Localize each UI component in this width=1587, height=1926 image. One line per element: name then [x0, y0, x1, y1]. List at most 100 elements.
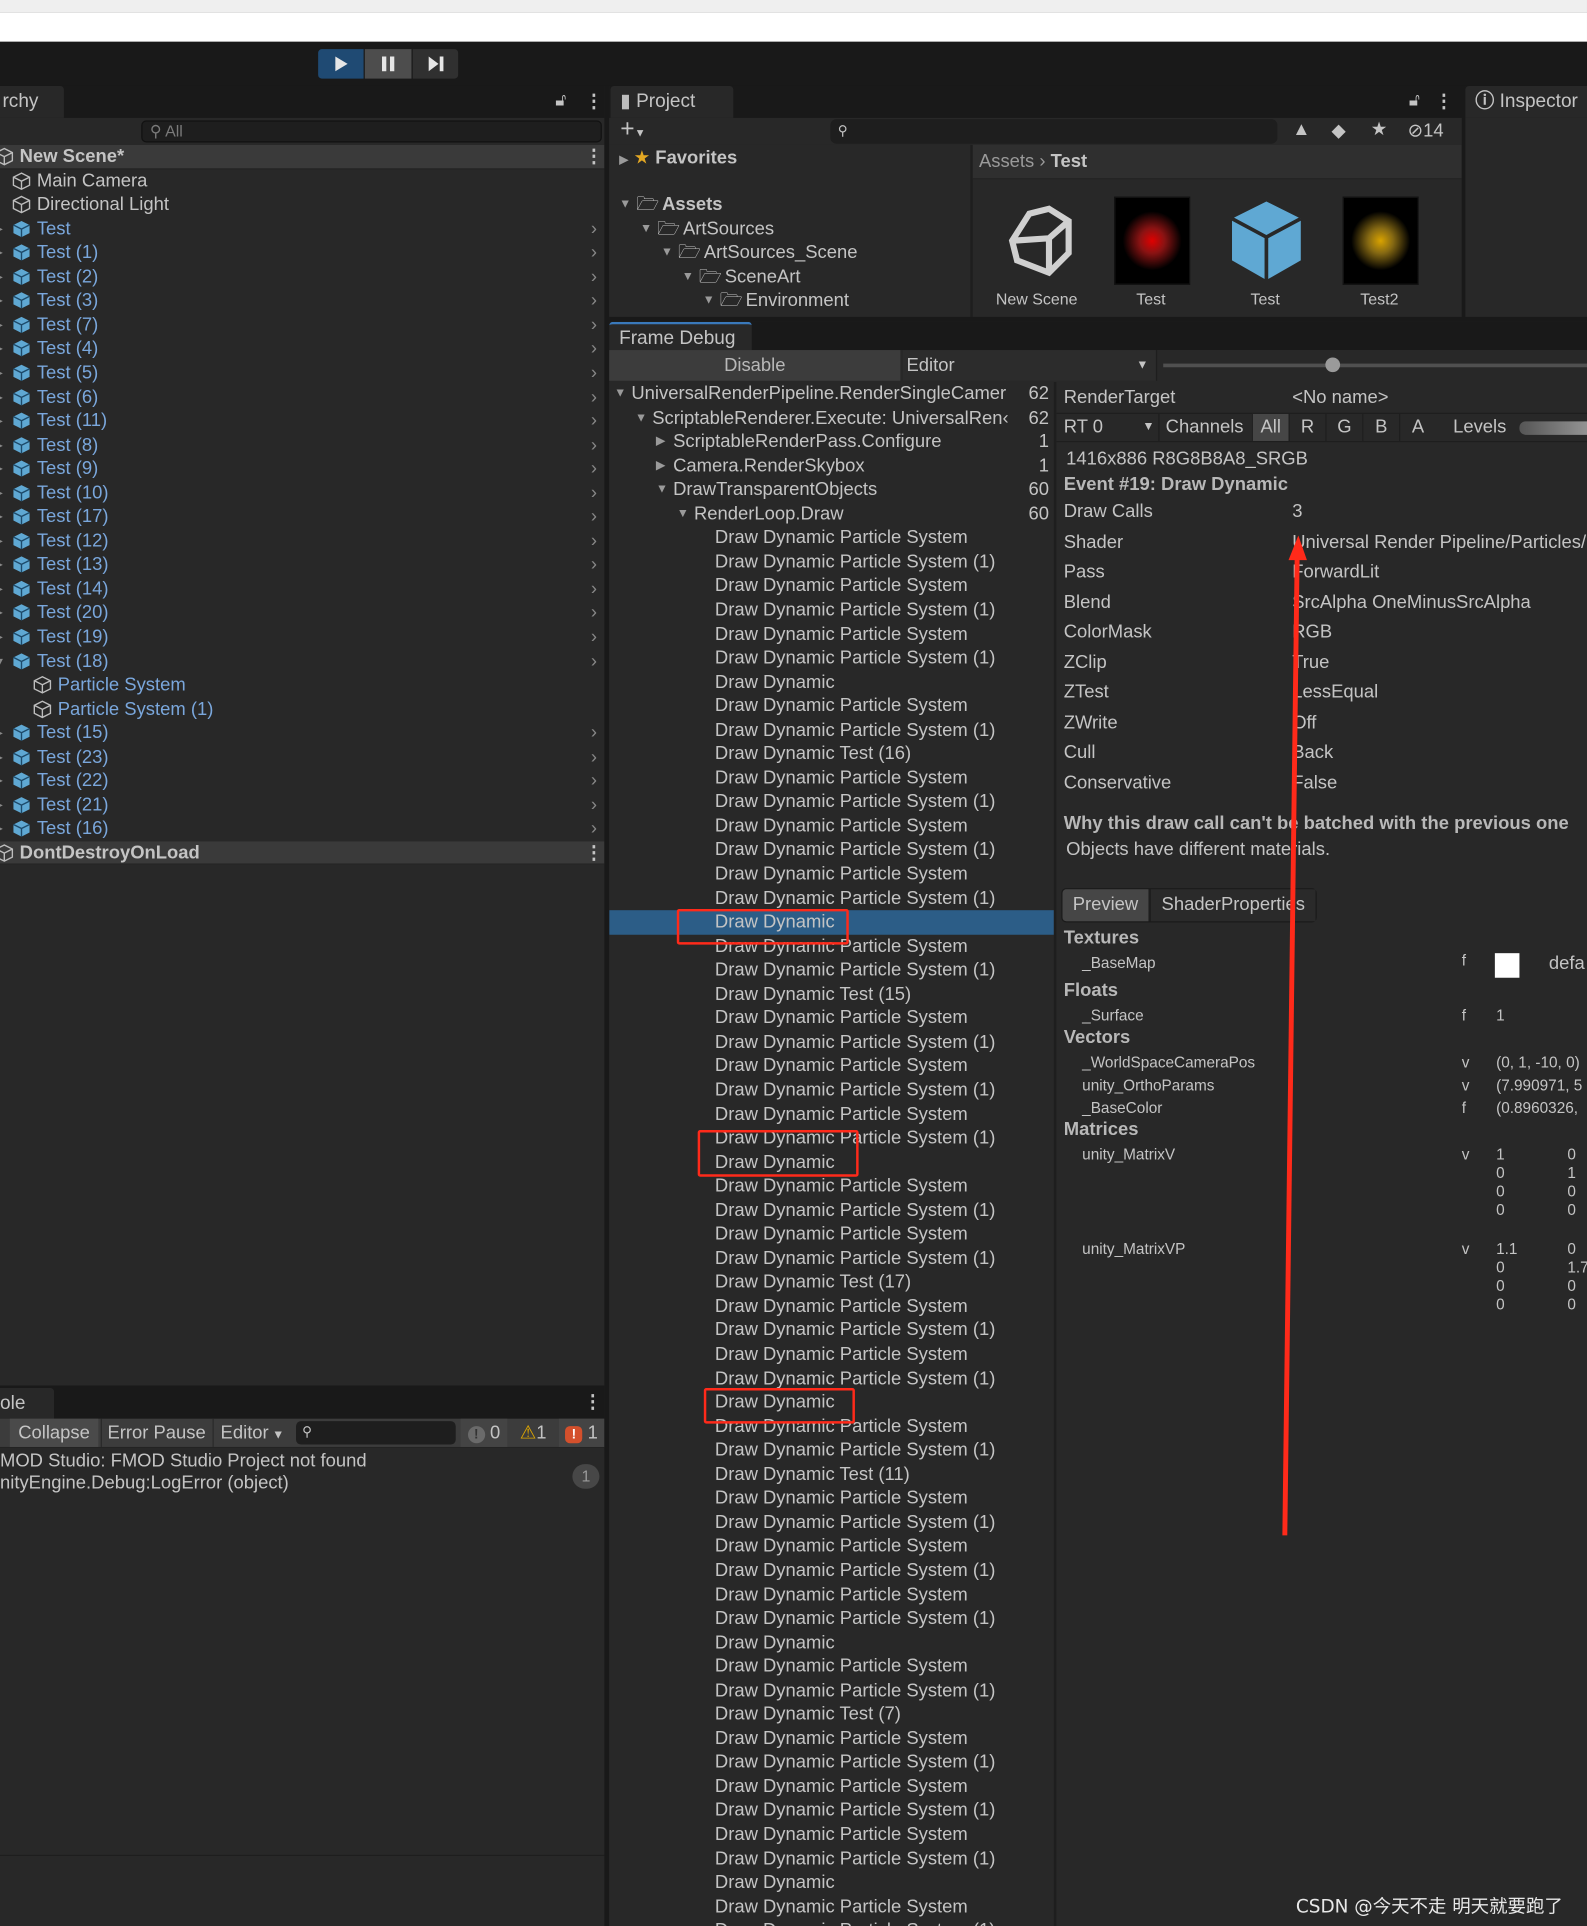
expand-arrow-icon[interactable]: ▶ [0, 481, 3, 505]
hierarchy-item[interactable]: Particle System [0, 673, 604, 697]
channel-g-toggle[interactable]: G [1325, 413, 1362, 441]
channel-all-toggle[interactable]: All [1251, 413, 1289, 441]
frame-event[interactable]: Draw Dynamic Particle System [609, 1343, 1054, 1367]
channel-a-toggle[interactable]: A [1399, 413, 1436, 441]
frame-event[interactable]: Draw Dynamic Particle System (1) [609, 1847, 1054, 1871]
frame-event[interactable]: Draw Dynamic [609, 1150, 1054, 1174]
chevron-right-icon[interactable]: › [591, 793, 597, 817]
hierarchy-item[interactable]: Main Camera [0, 169, 604, 193]
expand-arrow-icon[interactable]: ▶ [0, 505, 3, 529]
frame-event-group[interactable]: ▼ UniversalRenderPipeline.RenderSingleCam… [609, 382, 1054, 406]
frame-event[interactable]: Draw Dynamic [609, 910, 1054, 935]
expand-arrow-icon[interactable]: ▶ [0, 361, 3, 385]
frame-event[interactable]: Draw Dynamic Test (16) [609, 742, 1054, 766]
chevron-right-icon[interactable]: › [591, 625, 597, 649]
chevron-right-icon[interactable]: › [591, 505, 597, 529]
frame-event[interactable]: Draw Dynamic Particle System (1) [609, 646, 1054, 670]
frame-event[interactable]: Draw Dynamic Particle System (1) [609, 598, 1054, 622]
pause-button[interactable] [364, 49, 412, 79]
channel-r-toggle[interactable]: R [1288, 413, 1326, 441]
tab-preview[interactable]: Preview [1062, 889, 1149, 922]
hidden-packages-toggle[interactable]: ⊘14 [1408, 119, 1444, 141]
create-add-button[interactable]: +▼ [620, 115, 645, 143]
frame-event[interactable]: Draw Dynamic Particle System (1) [609, 886, 1054, 910]
frame-event[interactable]: Draw Dynamic Particle System [609, 622, 1054, 646]
frame-event[interactable]: Draw Dynamic Particle System [609, 1295, 1054, 1319]
expand-arrow-icon[interactable]: ▶ [0, 433, 3, 457]
hierarchy-item[interactable]: ▶ Test (19) › [0, 625, 604, 649]
expand-arrow-icon[interactable]: ▶ [0, 553, 3, 577]
chevron-right-icon[interactable]: › [591, 409, 597, 433]
frame-event[interactable]: Draw Dynamic Particle System [609, 1727, 1054, 1751]
filter-by-label-icon[interactable]: ◆ [1331, 119, 1345, 141]
frame-event[interactable]: Draw Dynamic Particle System (1) [609, 1078, 1054, 1102]
frame-event[interactable]: Draw Dynamic Particle System [609, 1174, 1054, 1198]
frame-event[interactable]: Draw Dynamic Particle System [609, 1222, 1054, 1246]
chevron-right-icon[interactable]: › [591, 361, 597, 385]
asset-tile[interactable]: Test [1099, 181, 1202, 317]
hierarchy-item[interactable]: ▶ Test (2) › [0, 265, 604, 289]
hierarchy-item[interactable]: ▶ Test (21) › [0, 793, 604, 817]
tree-item-folder[interactable]: ▼ 🗁 ArtSources_Scene [609, 241, 970, 265]
expand-arrow-icon[interactable]: ▶ [0, 385, 3, 409]
chevron-right-icon[interactable]: › [591, 817, 597, 841]
tree-item-folder[interactable]: ▼ 🗁 ArtSources [609, 217, 970, 241]
frame-event[interactable]: Draw Dynamic Particle System (1) [609, 1030, 1054, 1054]
hierarchy-item[interactable]: ▶ Test (23) › [0, 745, 604, 769]
favorite-star-icon[interactable]: ★ [1371, 118, 1388, 140]
chevron-right-icon[interactable]: › [591, 769, 597, 793]
error-filter-toggle[interactable]: ! 1 [558, 1418, 605, 1447]
play-button[interactable] [318, 49, 364, 79]
chevron-right-icon[interactable]: › [591, 289, 597, 313]
chevron-right-icon[interactable]: › [591, 577, 597, 601]
chevron-right-icon[interactable]: › [591, 265, 597, 289]
hierarchy-item[interactable]: ▶ Test (22) › [0, 769, 604, 793]
frame-event[interactable]: Draw Dynamic [609, 1871, 1054, 1895]
channel-b-toggle[interactable]: B [1362, 413, 1399, 441]
hierarchy-item[interactable]: New Scene* ⋮ [0, 144, 605, 169]
frame-event[interactable]: Draw Dynamic Particle System [609, 574, 1054, 598]
hierarchy-item[interactable]: ▶ Test (15) › [0, 721, 604, 745]
frame-event[interactable]: Draw Dynamic [609, 1631, 1054, 1655]
frame-event[interactable]: Draw Dynamic Particle System (1) [609, 1367, 1054, 1391]
frame-event[interactable]: Draw Dynamic Particle System [609, 1487, 1054, 1511]
hierarchy-item[interactable]: ▶ Test (6) › [0, 385, 604, 409]
hierarchy-item[interactable]: ▶ Test (4) › [0, 337, 604, 361]
frame-event[interactable]: Draw Dynamic Particle System (1) [609, 1751, 1054, 1775]
chevron-right-icon[interactable]: › [591, 313, 597, 337]
lock-icon[interactable]: 🔓︎ [555, 90, 566, 111]
frame-event[interactable]: Draw Dynamic Particle System [609, 1006, 1054, 1030]
expand-arrow-icon[interactable]: ▼ [640, 217, 652, 241]
frame-event-group[interactable]: ▼ DrawTransparentObjects 60 [609, 478, 1054, 502]
expand-arrow-icon[interactable]: ▶ [0, 289, 3, 313]
hierarchy-item[interactable]: ▶ Test (9) › [0, 457, 604, 481]
frame-event[interactable]: Draw Dynamic Particle System [609, 1535, 1054, 1559]
chevron-right-icon[interactable]: › [591, 649, 597, 673]
frame-event[interactable]: Draw Dynamic Particle System (1) [609, 1439, 1054, 1463]
expand-arrow-icon[interactable]: ▶ [0, 337, 3, 361]
expand-arrow-icon[interactable]: ▶ [0, 409, 3, 433]
frame-event-group[interactable]: ▶ Camera.RenderSkybox 1 [609, 454, 1054, 478]
expand-arrow-icon[interactable]: ▶ [0, 457, 3, 481]
tab-project[interactable]: ▮ Project [610, 85, 734, 118]
frame-event-group[interactable]: ▶ ScriptableRenderPass.Configure 1 [609, 430, 1054, 454]
hierarchy-item[interactable]: ▶ Test (17) › [0, 505, 604, 529]
collapse-button[interactable]: Collapse [9, 1418, 99, 1447]
chevron-right-icon[interactable]: › [591, 601, 597, 625]
tab-frame-debug[interactable]: Frame Debug [609, 321, 752, 351]
frame-event[interactable]: Draw Dynamic Particle System [609, 526, 1054, 550]
chevron-right-icon[interactable]: › [591, 553, 597, 577]
frame-event[interactable]: Draw Dynamic Test (7) [609, 1703, 1054, 1727]
expand-arrow-icon[interactable]: ▶ [0, 577, 3, 601]
expand-arrow-icon[interactable]: ▶ [0, 217, 3, 241]
disable-button[interactable]: Disable [609, 350, 901, 381]
frame-event[interactable]: Draw Dynamic Particle System (1) [609, 1799, 1054, 1823]
frame-event[interactable]: Draw Dynamic Particle System (1) [609, 958, 1054, 982]
breadcrumb-assets[interactable]: Assets [979, 151, 1034, 172]
chevron-right-icon[interactable]: › [591, 241, 597, 265]
expand-arrow-icon[interactable]: ▼ [682, 265, 694, 289]
frame-event[interactable]: Draw Dynamic Particle System (1) [609, 1126, 1054, 1150]
chevron-right-icon[interactable]: › [591, 433, 597, 457]
expand-arrow-icon[interactable]: ▼ [635, 406, 647, 430]
expand-arrow-icon[interactable]: ▼ [614, 382, 626, 406]
